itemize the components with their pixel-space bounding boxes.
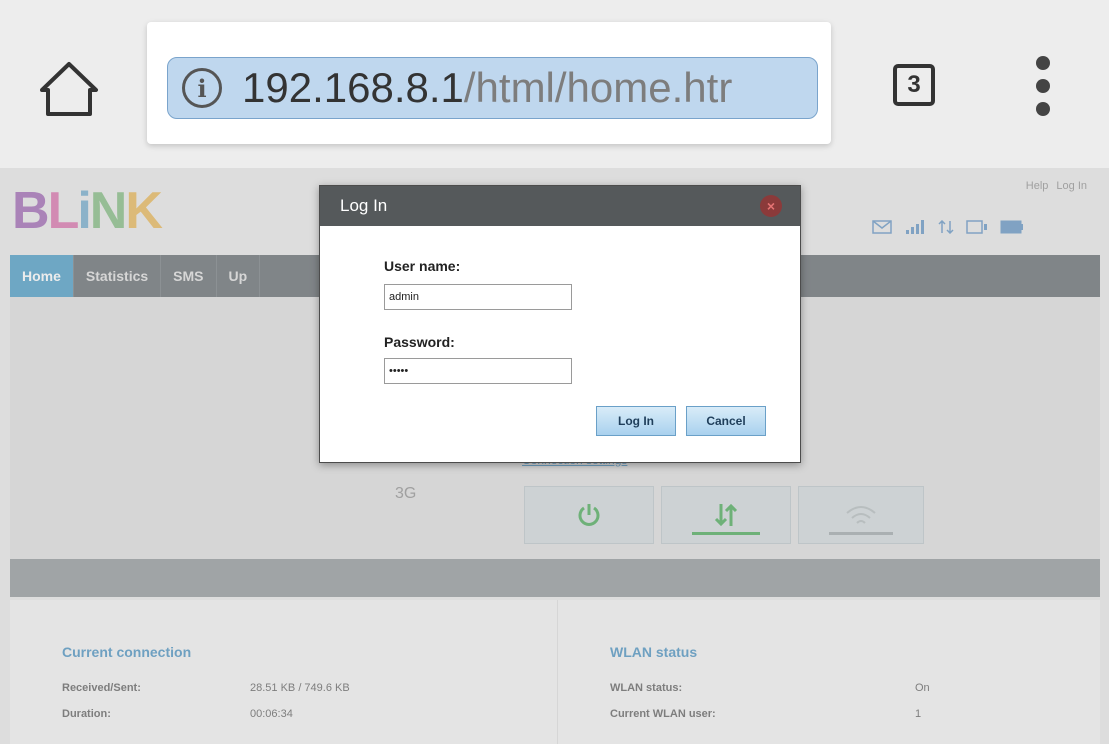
url-text[interactable]: 192.168.8.1/html/home.htr bbox=[242, 64, 802, 112]
tab-switcher-button[interactable]: 3 bbox=[893, 64, 935, 106]
username-label: User name: bbox=[384, 258, 461, 274]
password-label: Password: bbox=[384, 334, 455, 350]
cancel-button[interactable]: Cancel bbox=[686, 406, 766, 436]
url-field[interactable]: i 192.168.8.1/html/home.htr bbox=[167, 57, 818, 119]
screen: i 192.168.8.1/html/home.htr 3 BLiNK Help… bbox=[0, 0, 1109, 744]
address-bar[interactable]: i 192.168.8.1/html/home.htr bbox=[147, 22, 831, 144]
login-button[interactable]: Log In bbox=[596, 406, 676, 436]
close-icon[interactable]: × bbox=[760, 195, 782, 217]
password-input[interactable] bbox=[384, 358, 572, 384]
browser-toolbar: i 192.168.8.1/html/home.htr 3 bbox=[0, 0, 1109, 168]
login-dialog-header: Log In × bbox=[320, 186, 800, 226]
info-icon[interactable]: i bbox=[182, 68, 222, 108]
router-page: BLiNK Help Log In Home Statistics SMS Up… bbox=[0, 168, 1109, 744]
login-dialog: Log In × User name: Password: Log In Can… bbox=[319, 185, 801, 463]
url-host: 192.168.8.1 bbox=[242, 64, 464, 111]
home-icon[interactable] bbox=[38, 58, 100, 120]
login-dialog-title: Log In bbox=[340, 196, 388, 215]
overflow-menu-icon[interactable] bbox=[1030, 56, 1056, 116]
url-path: /html/home.htr bbox=[463, 64, 733, 111]
username-input[interactable] bbox=[384, 284, 572, 310]
